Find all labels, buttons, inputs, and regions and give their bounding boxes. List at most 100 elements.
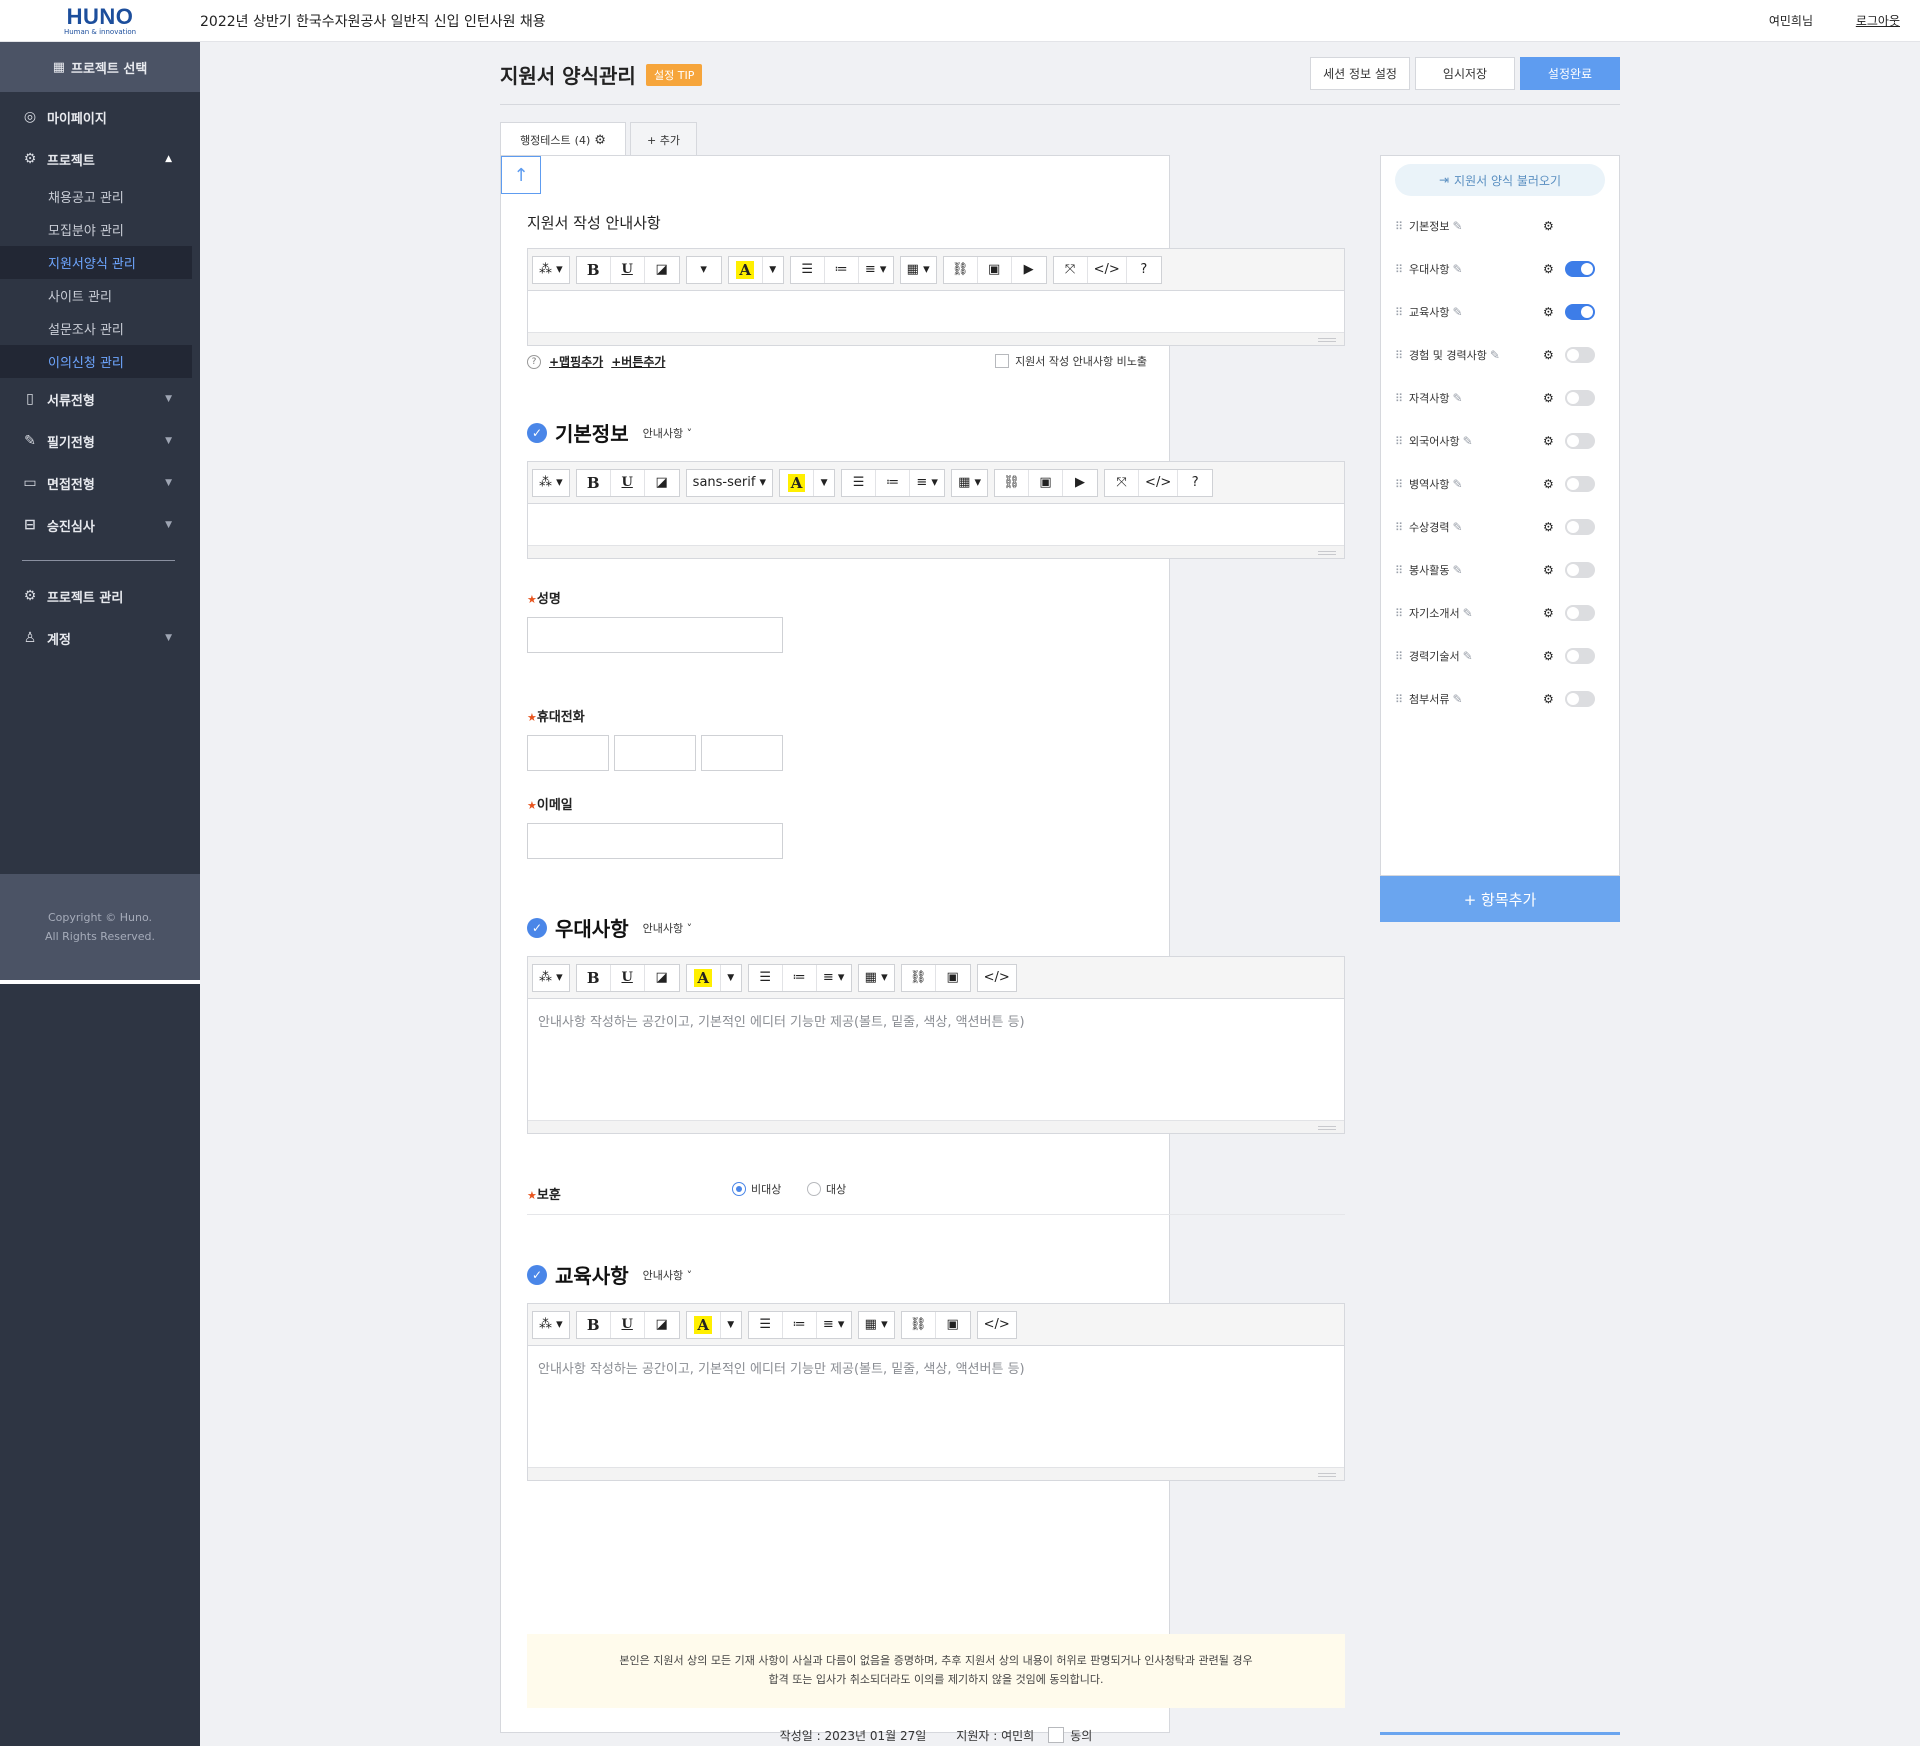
link-icon[interactable]: ⛓: [902, 1311, 936, 1338]
help-icon[interactable]: ?: [1178, 470, 1212, 496]
section-info-button[interactable]: 세션 정보 설정: [1310, 57, 1410, 90]
section-item[interactable]: ⠿ 우대사항 ✎ ⚙: [1395, 259, 1595, 279]
education-editor[interactable]: ⁂ ▾ B U ◪ A ▼ ☰ ≔ ≡ ▾ ▦ ▾ ⛓ ▣ </> 안내사항 작성하는 공간…: [527, 1303, 1345, 1481]
ordered-list-icon[interactable]: ≔: [783, 964, 817, 991]
font-color-button[interactable]: A: [780, 469, 815, 496]
phone-input-3[interactable]: [701, 735, 783, 771]
preference-editor[interactable]: ⁂ ▾ B U ◪ A ▼ ☰ ≔ ≡ ▾ ▦ ▾ ⛓ ▣ </> 안내사항 작성하는 공간…: [527, 956, 1345, 1134]
name-input[interactable]: [527, 617, 783, 653]
table-icon[interactable]: ▦ ▾: [859, 1312, 894, 1338]
font-color-button[interactable]: A: [728, 256, 763, 283]
pencil-icon[interactable]: ✎: [1463, 649, 1473, 663]
huno-logo[interactable]: HUNO Human & innovation: [0, 5, 200, 36]
toggle-switch[interactable]: [1565, 562, 1595, 578]
pencil-icon[interactable]: ✎: [1463, 606, 1473, 620]
email-input[interactable]: [527, 823, 783, 859]
toggle-switch[interactable]: [1565, 304, 1595, 320]
guide-dropdown[interactable]: 안내사항 ˅: [643, 425, 692, 441]
pencil-icon[interactable]: ✎: [1452, 305, 1462, 319]
sidebar-item-objection[interactable]: 이의신청 관리: [0, 345, 192, 378]
section-item[interactable]: ⠿ 기본정보 ✎ ⚙: [1395, 216, 1595, 236]
bullet-list-icon[interactable]: ☰: [749, 1311, 783, 1338]
phone-input-2[interactable]: [614, 735, 696, 771]
gear-icon[interactable]: ⚙: [1543, 520, 1554, 534]
section-item[interactable]: ⠿ 병역사항 ✎ ⚙: [1395, 474, 1595, 494]
ordered-list-icon[interactable]: ≔: [876, 469, 911, 496]
nav-project-manage[interactable]: ⚙ 프로젝트 관리: [0, 575, 200, 617]
help-icon[interactable]: ?: [1127, 257, 1161, 283]
guide-dropdown[interactable]: 안내사항 ˅: [643, 1267, 692, 1283]
gear-icon[interactable]: ⚙: [1543, 262, 1554, 276]
underline-button[interactable]: U: [611, 1311, 645, 1338]
image-icon[interactable]: ▣: [1029, 469, 1064, 496]
toggle-switch[interactable]: [1565, 605, 1595, 621]
ordered-list-icon[interactable]: ≔: [783, 1311, 817, 1338]
drag-handle-icon[interactable]: ⠿: [1395, 650, 1409, 663]
font-dropdown[interactable]: ▾: [687, 257, 721, 283]
fullscreen-icon[interactable]: ⤧: [1105, 469, 1140, 496]
bold-button[interactable]: B: [577, 1311, 611, 1338]
arrow-up-icon[interactable]: ↑: [501, 156, 541, 194]
toggle-switch[interactable]: [1565, 433, 1595, 449]
link-icon[interactable]: ⛓: [902, 964, 936, 991]
underline-button[interactable]: U: [611, 469, 645, 496]
temp-save-button[interactable]: 임시저장: [1415, 57, 1515, 90]
gear-icon[interactable]: ⚙: [1543, 563, 1554, 577]
resize-handle[interactable]: [528, 1468, 1344, 1480]
bullet-list-icon[interactable]: ☰: [791, 256, 825, 283]
pencil-icon[interactable]: ✎: [1452, 477, 1462, 491]
section-item[interactable]: ⠿ 경험 및 경력사항 ✎ ⚙: [1395, 345, 1595, 365]
radio-button[interactable]: [732, 1182, 746, 1196]
drag-handle-icon[interactable]: ⠿: [1395, 392, 1409, 405]
pencil-icon[interactable]: ✎: [1452, 563, 1462, 577]
nav-document-stage[interactable]: ▯ 서류전형 ▼: [0, 378, 200, 420]
complete-button[interactable]: 설정완료: [1520, 57, 1620, 90]
pencil-icon[interactable]: ✎: [1452, 391, 1462, 405]
resize-handle[interactable]: [528, 333, 1344, 345]
table-icon[interactable]: ▦ ▾: [952, 470, 987, 496]
chevron-down-icon[interactable]: ▼: [763, 257, 783, 283]
question-icon[interactable]: ?: [527, 354, 541, 369]
gear-icon[interactable]: ⚙: [1543, 391, 1554, 405]
agree-checkbox[interactable]: 동의: [1048, 1727, 1092, 1744]
image-icon[interactable]: ▣: [978, 256, 1012, 283]
align-icon[interactable]: ≡ ▾: [817, 965, 851, 991]
bullet-list-icon[interactable]: ☰: [842, 469, 877, 496]
gear-icon[interactable]: ⚙: [1543, 348, 1554, 362]
code-icon[interactable]: </>: [978, 965, 1016, 991]
tab-add-button[interactable]: + 추가: [630, 122, 697, 156]
table-icon[interactable]: ▦ ▾: [901, 257, 936, 283]
gear-icon[interactable]: ⚙: [594, 133, 606, 148]
sidebar-item-application-form[interactable]: 지원서양식 관리: [0, 246, 192, 279]
radio-button[interactable]: [807, 1182, 821, 1196]
magic-icon[interactable]: ⁂ ▾: [533, 257, 569, 283]
drag-handle-icon[interactable]: ⠿: [1395, 435, 1409, 448]
font-color-button[interactable]: A: [686, 1311, 721, 1338]
section-item[interactable]: ⠿ 교육사항 ✎ ⚙: [1395, 302, 1595, 322]
drag-handle-icon[interactable]: ⠿: [1395, 607, 1409, 620]
section-item[interactable]: ⠿ 첨부서류 ✎ ⚙: [1395, 689, 1595, 709]
pencil-icon[interactable]: ✎: [1452, 219, 1462, 233]
gear-icon[interactable]: ⚙: [1543, 649, 1554, 663]
section-item[interactable]: ⠿ 경력기술서 ✎ ⚙: [1395, 646, 1595, 666]
pencil-icon[interactable]: ✎: [1490, 348, 1500, 362]
gear-icon[interactable]: ⚙: [1543, 219, 1554, 233]
guide-editor[interactable]: ⁂ ▾ B U ◪ ▾ A ▼ ☰ ≔ ≡ ▾ ▦ ▾ ⛓ ▣ ▶ ⤧ </>?: [527, 248, 1345, 346]
guide-dropdown[interactable]: 안내사항 ˅: [643, 920, 692, 936]
bold-button[interactable]: B: [577, 469, 611, 496]
code-icon[interactable]: </>: [978, 1312, 1016, 1338]
toggle-switch[interactable]: [1565, 648, 1595, 664]
align-icon[interactable]: ≡ ▾: [859, 257, 893, 283]
checkbox[interactable]: [995, 354, 1010, 368]
add-item-button[interactable]: + 항목추가: [1380, 876, 1620, 922]
drag-handle-icon[interactable]: ⠿: [1395, 349, 1409, 362]
bold-button[interactable]: B: [577, 256, 611, 283]
magic-icon[interactable]: ⁂ ▾: [533, 470, 569, 496]
pencil-icon[interactable]: ✎: [1452, 520, 1462, 534]
resize-handle[interactable]: [528, 546, 1344, 558]
toggle-switch[interactable]: [1565, 261, 1595, 277]
load-form-button[interactable]: ⇥ 지원서 양식 불러오기: [1395, 164, 1605, 196]
drag-handle-icon[interactable]: ⠿: [1395, 693, 1409, 706]
pencil-icon[interactable]: ✎: [1452, 262, 1462, 276]
sidebar-item-site[interactable]: 사이트 관리: [0, 279, 200, 312]
